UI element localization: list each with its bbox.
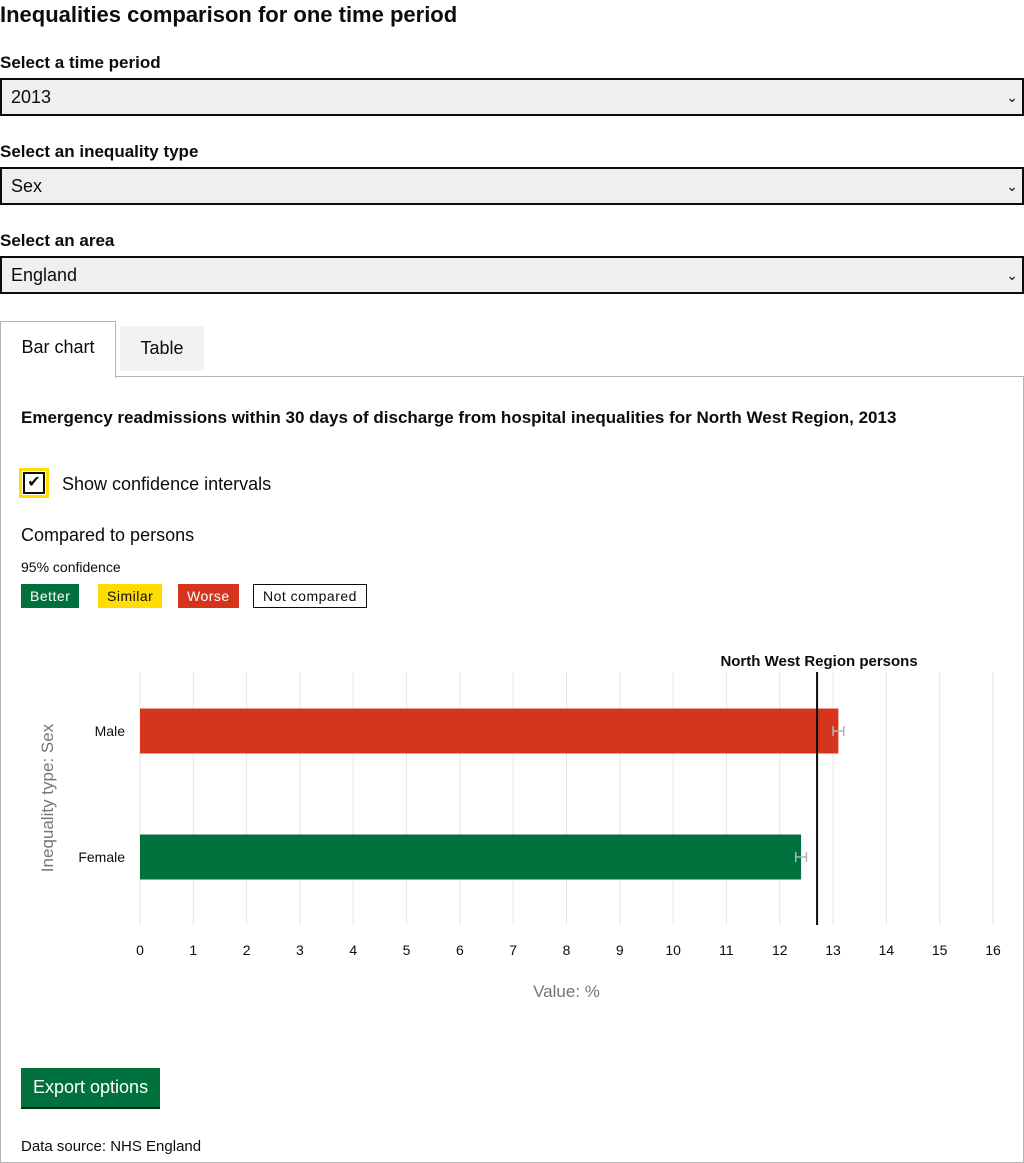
time-period-select[interactable]: 2013 ⌄ [0,78,1024,116]
area-label: Select an area [0,231,115,250]
chevron-down-icon: ⌄ [1006,89,1018,105]
bar-male [140,708,839,754]
confidence-intervals-checkbox[interactable]: ✔ [19,468,49,498]
tab-table[interactable]: Table [120,326,204,371]
tab-bar-chart[interactable]: Bar chart [0,321,116,378]
x-tick-label: 14 [879,942,895,958]
x-tick-label: 8 [563,942,571,958]
area-value: England [11,265,78,285]
x-axis-title: Value: % [533,982,600,1001]
legend-worse: Worse [178,584,239,608]
confidence-level: 95% confidence [21,559,121,575]
x-tick-label: 6 [456,942,464,958]
x-tick-label: 11 [719,942,734,958]
inequality-type-value: Sex [11,176,43,196]
x-tick-label: 9 [616,942,624,958]
check-icon: ✔ [23,472,45,494]
time-period-label: Select a time period [0,53,161,72]
confidence-intervals-label[interactable]: Show confidence intervals [62,474,271,495]
bar-female [140,834,802,880]
x-tick-label: 2 [243,942,251,958]
x-tick-label: 13 [825,942,841,958]
y-axis-title: Inequality type: Sex [38,723,57,872]
compared-to-label: Compared to persons [21,525,195,545]
area-select[interactable]: England ⌄ [0,256,1024,294]
chart-title: Emergency readmissions within 30 days of… [21,408,897,427]
legend-better: Better [21,584,80,608]
page-title: Inequalities comparison for one time per… [0,2,458,27]
data-source: Data source: NHS England [21,1138,202,1155]
reference-label: North West Region persons [720,653,917,670]
export-options-button[interactable]: Export options [21,1068,161,1107]
x-tick-label: 4 [349,942,357,958]
x-tick-label: 12 [772,942,788,958]
chevron-down-icon: ⌄ [1006,178,1018,194]
inequality-type-select[interactable]: Sex ⌄ [0,167,1024,205]
x-tick-label: 3 [296,942,304,958]
chevron-down-icon: ⌄ [1006,267,1018,283]
y-tick-label: Male [95,723,126,739]
time-period-value: 2013 [11,87,52,107]
legend-not-compared: Not compared [253,584,367,608]
legend-similar: Similar [98,584,163,608]
y-tick-label: Female [78,849,125,865]
x-tick-label: 16 [985,942,1001,958]
x-tick-label: 5 [403,942,411,958]
x-tick-label: 7 [509,942,517,958]
x-tick-label: 1 [189,942,197,958]
bar-chart: 0 1 2 3 4 5 6 7 8 9 10 11 12 13 14 15 16MaleFemaleNorth … [38,653,1001,1001]
x-tick-label: 10 [665,942,681,958]
inequality-type-label: Select an inequality type [0,142,199,161]
x-tick-label: 0 [136,942,144,958]
x-tick-label: 15 [932,942,948,958]
